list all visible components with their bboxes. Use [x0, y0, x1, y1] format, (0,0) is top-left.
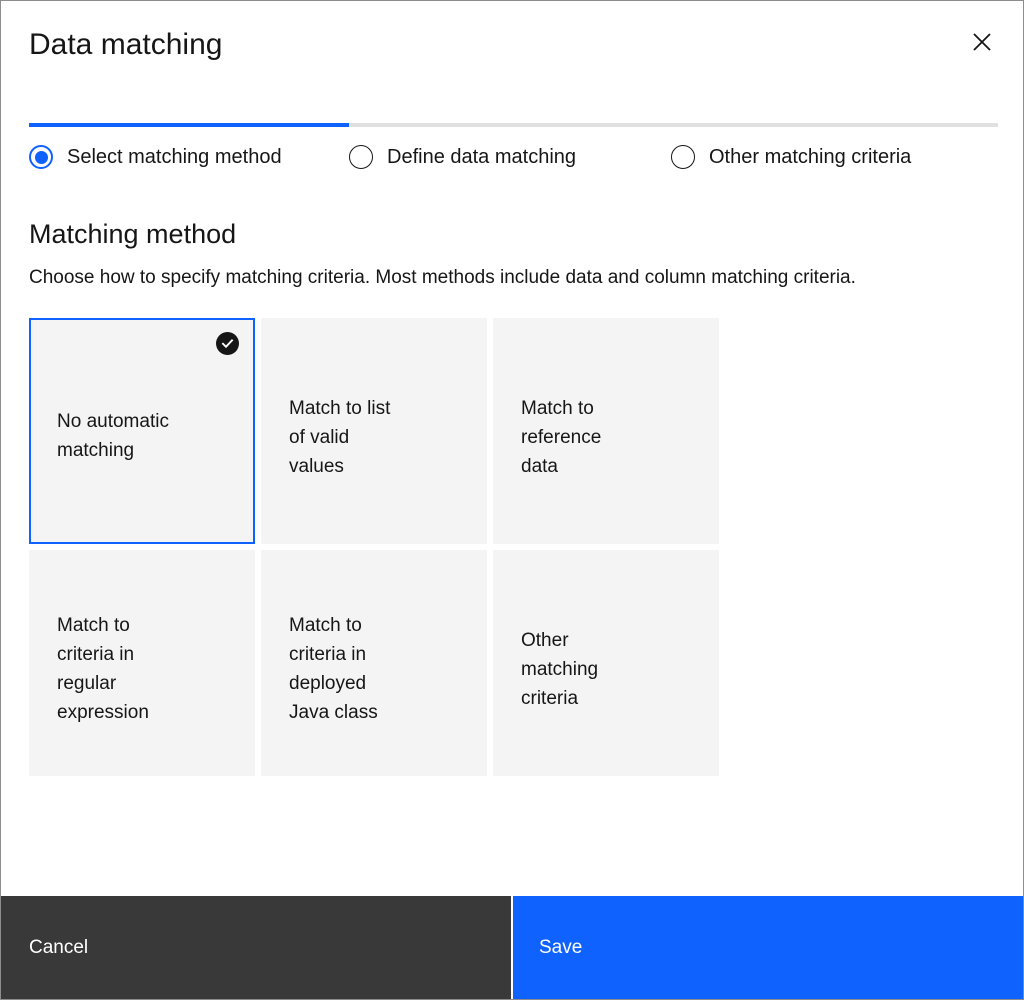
- check-icon: [216, 332, 239, 355]
- page-title: Data matching: [29, 28, 223, 61]
- step-select-matching-method[interactable]: Select matching method: [29, 144, 349, 170]
- matching-method-card-grid: No automatic matching Match to list of v…: [29, 318, 947, 776]
- card-label: No automatic matching: [57, 411, 169, 461]
- card-label: Match to reference data: [521, 397, 602, 477]
- modal-body: Matching method Choose how to specify ma…: [1, 170, 1023, 896]
- progress-track: [29, 123, 998, 127]
- progress-fill: [29, 123, 349, 127]
- card-no-automatic-matching[interactable]: No automatic matching: [29, 318, 255, 544]
- step-other-matching-criteria[interactable]: Other matching criteria: [671, 144, 991, 170]
- section-description: Choose how to specify matching criteria.…: [29, 267, 856, 288]
- card-match-to-criteria-in-regular-expression[interactable]: Match to criteria in regular expression: [29, 550, 255, 776]
- close-icon: [971, 31, 993, 53]
- card-label: Match to criteria in deployed Java class: [289, 615, 378, 723]
- step-define-data-matching[interactable]: Define data matching: [349, 144, 671, 170]
- step-label: Define data matching: [387, 146, 577, 168]
- cancel-button[interactable]: Cancel: [1, 896, 511, 999]
- section-title: Matching method: [29, 219, 237, 249]
- card-match-to-reference-data[interactable]: Match to reference data: [493, 318, 719, 544]
- data-matching-modal: Data matching Select matching method Def…: [0, 0, 1024, 1000]
- radio-icon-selected: [29, 145, 53, 169]
- card-label: Match to list of valid values: [289, 397, 391, 477]
- card-match-to-list-of-valid-values[interactable]: Match to list of valid values: [261, 318, 487, 544]
- radio-icon: [349, 145, 373, 169]
- close-button[interactable]: [963, 23, 1001, 61]
- step-label: Other matching criteria: [709, 146, 912, 168]
- card-label: Match to criteria in regular expression: [57, 615, 149, 723]
- radio-icon: [671, 145, 695, 169]
- save-button[interactable]: Save: [513, 896, 1023, 999]
- card-label: Other matching criteria: [521, 629, 599, 709]
- step-list: Select matching method Define data match…: [29, 144, 995, 170]
- modal-header: Data matching: [1, 1, 1023, 123]
- card-other-matching-criteria[interactable]: Other matching criteria: [493, 550, 719, 776]
- step-label: Select matching method: [67, 146, 282, 168]
- card-match-to-criteria-in-deployed-java-class[interactable]: Match to criteria in deployed Java class: [261, 550, 487, 776]
- modal-footer: Cancel Save: [1, 896, 1023, 999]
- progress-steps: Select matching method Define data match…: [1, 123, 1023, 170]
